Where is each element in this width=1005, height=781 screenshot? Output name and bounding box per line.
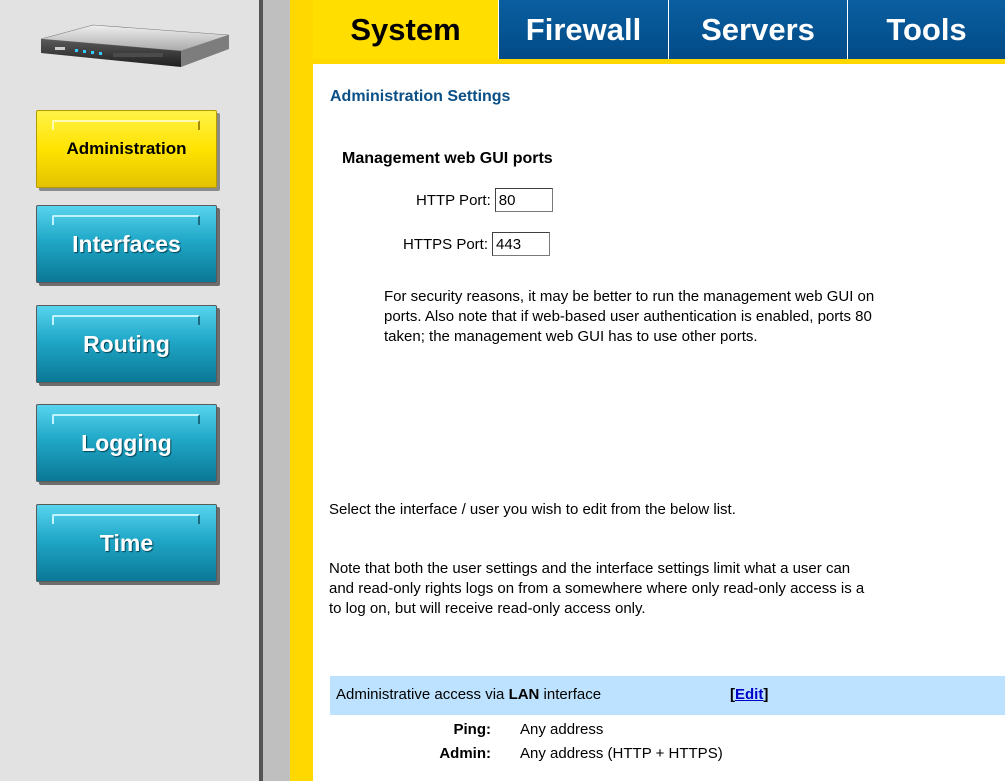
tab-system[interactable]: System [313,0,498,59]
sidebar-item-label: Logging [81,429,172,456]
access-header-bar: Administrative access via LAN interface … [330,676,1005,715]
sidebar-item-logging[interactable]: Logging [36,404,217,482]
admin-value: Any address (HTTP + HTTPS) [520,745,723,762]
access-prefix: Administrative access via [336,686,509,703]
admin-key: Admin: [439,745,491,762]
button-bevel [52,315,200,325]
button-bevel [52,120,200,130]
http-port-row: HTTP Port: [416,188,553,212]
sidebar-gutter [263,0,290,781]
button-bevel [52,514,200,524]
button-bevel [52,215,200,225]
top-tab-bar: System Firewall Servers Tools [313,0,1005,59]
http-port-label: HTTP Port: [416,191,491,209]
https-port-label: HTTPS Port: [403,235,489,253]
tab-label: Tools [886,11,967,47]
limit-note-line: to log on, but will receive read-only ac… [329,600,646,617]
tab-label: Servers [701,11,815,47]
sidebar-item-label: Time [99,529,154,556]
sidebar-item-administration[interactable]: Administration [36,110,217,188]
edit-close-bracket: ] [763,686,769,703]
limit-note-line: and read-only rights logs on from a some… [329,580,865,597]
http-port-input[interactable] [494,188,553,212]
sidebar-item-label: Interfaces [72,230,181,257]
tab-label: System [350,11,461,47]
tab-label: Firewall [525,11,642,47]
security-note-line: For security reasons, it may be better t… [384,288,875,305]
ports-section-title: Management web GUI ports [342,150,553,167]
limit-note: Note that both the user settings and the… [329,559,864,619]
select-instructions: Select the interface / user you wish to … [329,501,736,518]
button-bevel [52,414,200,424]
sidebar-item-label: Administration [66,139,187,158]
security-note-line: ports. Also note that if web-based user … [384,308,872,325]
ping-value: Any address [520,721,604,738]
access-suffix: interface [539,686,602,703]
tab-servers[interactable]: Servers [669,0,847,59]
tab-tools[interactable]: Tools [848,0,1005,59]
main-content: Administration Settings Management web G… [313,64,1005,781]
https-port-row: HTTPS Port: [403,232,551,256]
sidebar: Administration Interfaces Routing Loggin… [0,0,259,781]
limit-note-line: Note that both the user settings and the… [329,560,851,577]
sidebar-item-routing[interactable]: Routing [36,305,217,383]
sidebar-item-time[interactable]: Time [36,504,217,582]
content-border [290,0,313,781]
ping-key: Ping: [453,721,492,738]
https-port-input[interactable] [492,232,551,256]
edit-link-wrapper: [Edit] [730,686,768,703]
security-note: For security reasons, it may be better t… [384,287,874,347]
tab-firewall[interactable]: Firewall [499,0,668,59]
page-title: Administration Settings [330,88,511,105]
edit-link[interactable]: Edit [735,686,763,703]
router-device-icon [40,24,230,67]
security-note-line: taken; the management web GUI has to use… [384,328,758,345]
access-header-label: Administrative access via LAN interface [336,686,601,703]
access-interface-name: LAN [508,686,540,703]
sidebar-item-interfaces[interactable]: Interfaces [36,205,217,283]
sidebar-item-label: Routing [83,330,170,357]
